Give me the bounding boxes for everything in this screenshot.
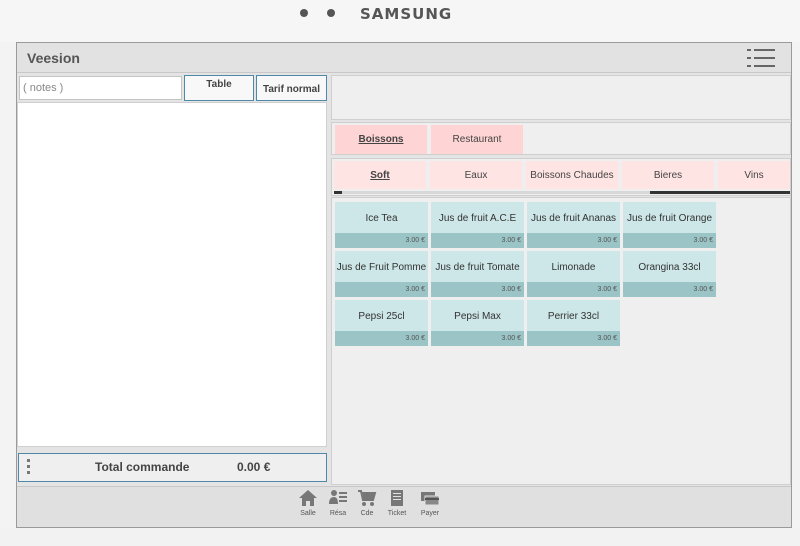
product-price: 3.00 € xyxy=(335,282,428,297)
product-price: 3.00 € xyxy=(431,233,524,248)
tarif-button[interactable]: Tarif normal xyxy=(256,75,327,101)
product-price: 3.00 € xyxy=(623,233,716,248)
home-icon xyxy=(299,490,317,506)
subcategory-bar: Soft Eaux Boissons Chaudes Bieres Vins xyxy=(331,158,791,196)
product-item[interactable]: Jus de fruit Tomate 3.00 € xyxy=(431,251,524,297)
subcategory-vins[interactable]: Vins xyxy=(718,161,790,189)
sensor-dot-icon xyxy=(327,9,335,17)
product-item[interactable]: Perrier 33cl 3.00 € xyxy=(527,300,620,346)
product-name: Jus de fruit Tomate xyxy=(435,262,520,273)
product-grid: Ice Tea 3.00 € Jus de fruit A.C.E 3.00 €… xyxy=(331,197,791,485)
category-bar: Boissons Restaurant xyxy=(331,122,791,155)
table-button[interactable]: Table xyxy=(184,75,254,101)
notes-input[interactable]: ( notes ) xyxy=(19,76,182,100)
payment-card-icon xyxy=(421,492,440,506)
app-title: Veesion xyxy=(27,50,80,66)
product-name: Pepsi Max xyxy=(454,311,501,322)
scroll-start-marker xyxy=(334,191,342,194)
product-item[interactable]: Jus de Fruit Pomme 3.00 € xyxy=(335,251,428,297)
product-price: 3.00 € xyxy=(431,282,524,297)
product-item[interactable]: Jus de fruit Orange 3.00 € xyxy=(623,202,716,248)
product-price: 3.00 € xyxy=(527,233,620,248)
product-name: Jus de fruit A.C.E xyxy=(438,213,517,224)
product-name: Pepsi 25cl xyxy=(358,311,405,322)
category-boissons[interactable]: Boissons xyxy=(335,125,427,154)
subcategory-boissons-chaudes[interactable]: Boissons Chaudes xyxy=(526,161,618,189)
product-item[interactable]: Limonade 3.00 € xyxy=(527,251,620,297)
nav-label: Salle xyxy=(300,510,316,517)
drag-handle-icon[interactable] xyxy=(27,459,31,477)
product-price: 3.00 € xyxy=(431,331,524,346)
nav-ticket[interactable]: Ticket xyxy=(383,489,411,525)
total-label: Total commande xyxy=(95,460,190,474)
total-bar[interactable]: Total commande 0.00 € xyxy=(18,453,327,482)
reservation-icon xyxy=(329,490,347,504)
product-price: 3.00 € xyxy=(335,331,428,346)
product-name: Jus de fruit Ananas xyxy=(530,213,617,224)
category-restaurant[interactable]: Restaurant xyxy=(431,125,523,154)
list-menu-icon[interactable] xyxy=(747,48,775,68)
device-brand: SAMSUNG xyxy=(360,5,453,23)
app-window: Veesion ( notes ) Table Tarif normal Tot… xyxy=(16,42,792,528)
product-name: Ice Tea xyxy=(365,213,398,224)
product-price: 3.00 € xyxy=(623,282,716,297)
nav-salle[interactable]: Salle xyxy=(294,489,322,525)
product-item[interactable]: Jus de fruit A.C.E 3.00 € xyxy=(431,202,524,248)
nav-payer[interactable]: Payer xyxy=(416,489,444,525)
product-price: 3.00 € xyxy=(527,282,620,297)
product-name: Perrier 33cl xyxy=(547,311,600,322)
nav-label: Cde xyxy=(360,510,374,517)
title-bar: Veesion xyxy=(17,43,791,73)
nav-resa[interactable]: Résa xyxy=(324,489,352,525)
product-name: Limonade xyxy=(551,262,596,273)
product-item[interactable]: Pepsi Max 3.00 € xyxy=(431,300,524,346)
info-area xyxy=(331,75,791,120)
product-item[interactable]: Pepsi 25cl 3.00 € xyxy=(335,300,428,346)
nav-cde[interactable]: Cde xyxy=(353,489,381,525)
product-price: 3.00 € xyxy=(335,233,428,248)
cart-icon xyxy=(358,490,377,506)
catalog-panel: Boissons Restaurant Soft Eaux Boissons C… xyxy=(331,74,791,486)
order-panel: ( notes ) Table Tarif normal Total comma… xyxy=(17,74,328,521)
nav-label: Payer xyxy=(420,510,440,517)
camera-dot-icon xyxy=(300,9,308,17)
product-item[interactable]: Ice Tea 3.00 € xyxy=(335,202,428,248)
nav-label: Ticket xyxy=(387,510,407,517)
product-name: Jus de Fruit Pomme xyxy=(336,262,427,273)
order-list[interactable] xyxy=(17,102,327,447)
subcategory-bieres[interactable]: Bieres xyxy=(622,161,714,189)
device-frame-top: SAMSUNG xyxy=(0,0,800,42)
product-name: Orangina 33cl xyxy=(638,262,701,273)
product-name: Jus de fruit Orange xyxy=(626,213,713,224)
device-frame-bottom xyxy=(0,528,800,546)
subcategory-scrollbar[interactable] xyxy=(334,191,790,194)
subcategory-soft[interactable]: Soft xyxy=(334,161,426,189)
product-item[interactable]: Orangina 33cl 3.00 € xyxy=(623,251,716,297)
product-price: 3.00 € xyxy=(527,331,620,346)
ticket-icon xyxy=(391,490,403,506)
total-value: 0.00 € xyxy=(237,460,271,474)
product-item[interactable]: Jus de fruit Ananas 3.00 € xyxy=(527,202,620,248)
scroll-thumb[interactable] xyxy=(650,191,790,194)
nav-label: Résa xyxy=(329,510,347,517)
subcategory-eaux[interactable]: Eaux xyxy=(430,161,522,189)
bottom-nav: Salle Résa Cde Ticket Payer xyxy=(17,486,791,527)
